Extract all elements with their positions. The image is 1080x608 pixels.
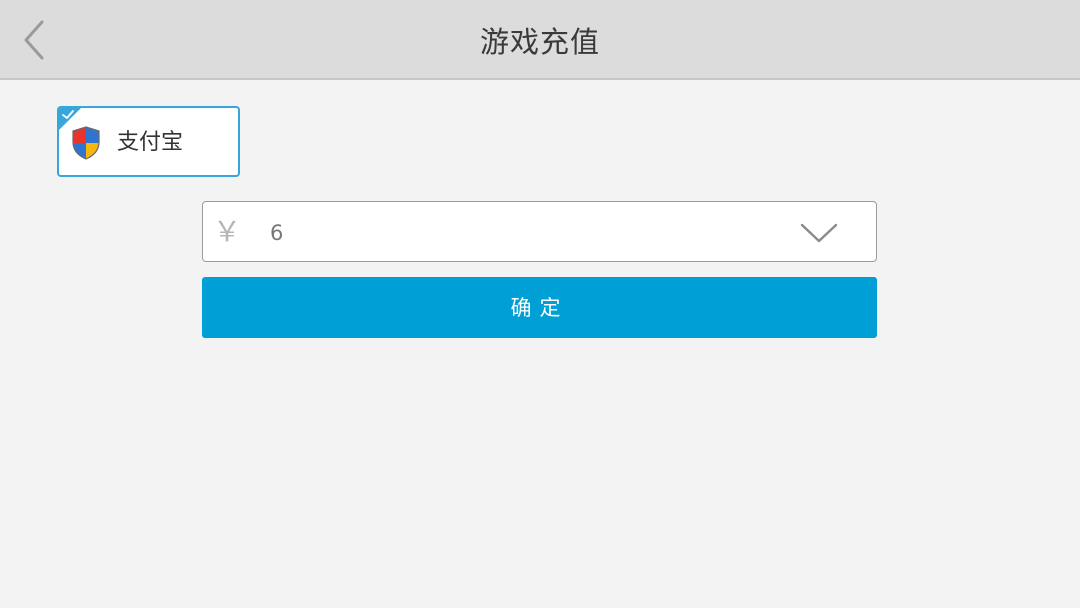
shield-icon [72, 126, 100, 160]
amount-dropdown[interactable]: ￥ 6 [202, 201, 877, 262]
amount-value: 6 [270, 221, 284, 245]
check-icon [62, 110, 74, 119]
payment-option-alipay[interactable]: 支付宝 [57, 106, 240, 177]
confirm-button[interactable]: 确定 [202, 277, 877, 338]
yen-icon: ￥ [213, 215, 242, 248]
payment-option-label: 支付宝 [117, 130, 184, 155]
top-bar: 游戏充值 [0, 0, 1080, 80]
recharge-screen: 游戏充值 支付宝 ￥ 6 确定 [0, 0, 1080, 608]
chevron-down-icon [800, 223, 838, 243]
page-title: 游戏充值 [479, 25, 600, 59]
